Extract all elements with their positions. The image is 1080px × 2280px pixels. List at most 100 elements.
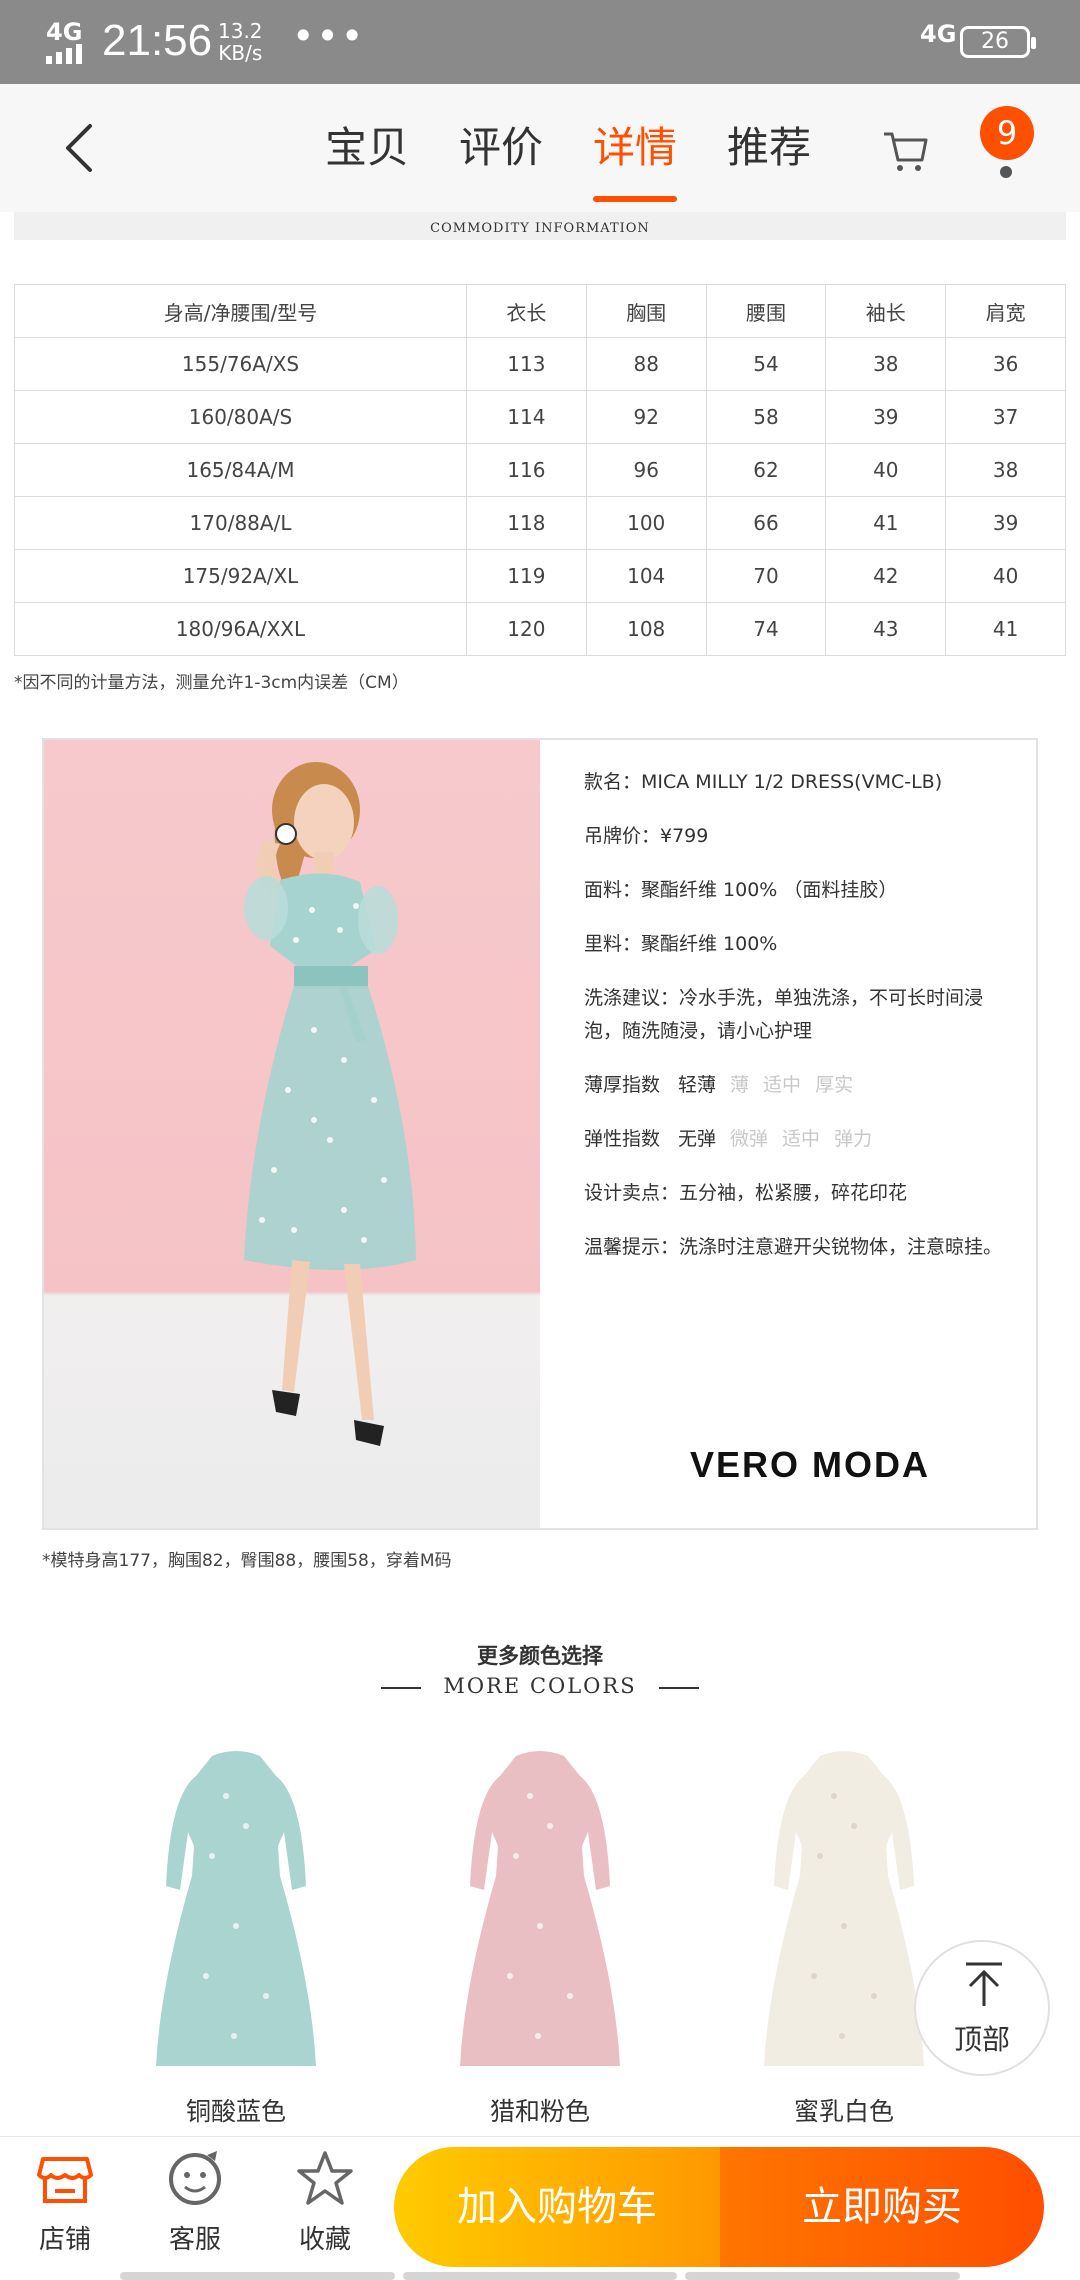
table-cell: 160/80A/S [14,390,467,444]
product-attributes: 款名：MICA MILLY 1/2 DRESS(VMC-LB) 吊牌价：¥799… [584,766,1004,1285]
table-cell: 114 [466,390,587,444]
table-header-row: 身高/净腰围/型号 衣长 胸围 腰围 袖长 肩宽 [14,284,1066,338]
elasticity-label: 弹性指数 [584,1128,661,1150]
table-cell: 88 [585,337,707,391]
fabric-info: 面料：聚酯纤维 100% （面料挂胶） [584,879,898,901]
table-cell: 39 [825,390,947,444]
table-cell: 43 [825,602,947,656]
clock: 21:56 [102,16,213,65]
table-cell: 41 [945,602,1066,656]
gesture-bar [120,2272,961,2280]
design-highlights: 设计卖点：五分袖，松紧腰，碎花印花 [584,1182,908,1204]
color-label: 猎和粉色 [489,2097,590,2126]
table-cell: 108 [585,602,707,656]
table-row: 180/96A/XXL 120 108 74 43 41 [14,602,1066,656]
thickness-label: 薄厚指数 [584,1074,661,1096]
table-cell: 92 [585,390,707,444]
table-cell: 37 [945,390,1066,444]
table-header: 身高/净腰围/型号 [14,284,467,338]
color-label: 蜜乳白色 [793,2097,894,2126]
color-option-blue[interactable] [116,1736,356,2076]
table-cell: 62 [705,443,827,497]
color-option-pink[interactable] [420,1736,660,2076]
table-row: 170/88A/L 118 100 66 41 39 [14,496,1066,550]
washing-advice: 洗涤建议：冷水手洗，单独洗涤，不可长时间浸泡，随洗随浸，请小心护理 [584,987,984,1042]
table-cell: 36 [945,337,1066,391]
table-row: 155/76A/XS 113 88 54 38 36 [14,337,1066,391]
bottom-action-bar: 店铺 客服 收藏 加入购物车 立即购买 [0,2136,1080,2280]
tab-reviews[interactable]: 评价 [434,84,568,212]
table-cell: 170/88A/L [14,496,467,550]
table-cell: 165/84A/M [14,443,467,497]
network-type-left: 4G [46,18,83,46]
table-header: 肩宽 [945,284,1066,338]
table-row: 160/80A/S 114 92 58 39 37 [14,390,1066,444]
color-label: 铜酸蓝色 [185,2097,286,2126]
table-cell: 40 [945,549,1066,603]
favorite-button[interactable]: 收藏 [270,2149,380,2256]
more-colors-title: 更多颜色选择 [477,1644,603,1668]
customer-service-button[interactable]: 客服 [140,2149,250,2256]
table-cell: 100 [585,496,707,550]
battery-icon: 26 [960,26,1036,58]
back-arrow-icon[interactable] [56,120,106,176]
tag-price: 吊牌价：¥799 [584,825,709,847]
more-colors-subtitle: MORE COLORS [0,1674,1080,1698]
tab-recommend[interactable]: 推荐 [702,84,836,212]
table-cell: 119 [466,549,587,603]
tab-item[interactable]: 宝贝 [300,84,434,212]
elasticity-index: 弹性指数 无弹 微弹 适中 弹力 [584,1123,1004,1156]
more-dot-icon[interactable] [1000,166,1012,178]
table-header: 腰围 [705,284,827,338]
thickness-option: 薄 [730,1074,750,1096]
table-cell: 41 [825,496,947,550]
table-cell: 66 [705,496,827,550]
dress-swatch-image [460,1751,620,2066]
top-navigation: 宝贝 评价 详情 推荐 9 [0,84,1080,212]
table-cell: 104 [585,549,707,603]
customer-service-label: 客服 [168,2225,221,2255]
divider [381,1686,422,1689]
signal-icon [46,44,82,64]
table-cell: 155/76A/XS [14,337,467,391]
add-to-cart-button[interactable]: 加入购物车 [394,2147,720,2267]
table-row: 175/92A/XL 119 104 70 42 40 [14,549,1066,603]
table-header: 胸围 [585,284,707,338]
table-cell: 70 [705,549,827,603]
elasticity-option: 适中 [782,1128,821,1150]
shop-icon [37,2157,93,2203]
brand-logo: VERO MODA [690,1444,931,1485]
back-to-top-button[interactable]: 顶部 [914,1940,1050,2076]
product-name: 款名：MICA MILLY 1/2 DRESS(VMC-LB) [584,771,943,793]
more-notifications-icon: ••• [292,14,366,58]
favorite-label: 收藏 [298,2225,351,2255]
cart-badge[interactable]: 9 [980,106,1034,160]
table-cell: 175/92A/XL [14,549,467,603]
table-cell: 180/96A/XXL [14,602,467,656]
elasticity-option: 微弹 [730,1128,769,1150]
table-cell: 39 [945,496,1066,550]
table-row: 165/84A/M 116 96 62 40 38 [14,443,1066,497]
buy-now-button[interactable]: 立即购买 [720,2147,1044,2267]
table-cell: 58 [705,390,827,444]
star-icon [297,2151,353,2205]
shop-button[interactable]: 店铺 [10,2149,120,2256]
tab-details[interactable]: 详情 [568,84,702,212]
commodity-info-header: COMMODITY INFORMATION [14,212,1066,240]
thickness-selected: 轻薄 [678,1074,717,1096]
measurement-note: *因不同的计量方法，测量允许1-3cm内误差（CM） [14,673,409,693]
shop-label: 店铺 [38,2225,91,2255]
elasticity-option: 弹力 [834,1128,873,1150]
elasticity-selected: 无弹 [678,1128,717,1150]
table-cell: 38 [945,443,1066,497]
cart-icon[interactable] [880,126,930,176]
table-cell: 74 [705,602,827,656]
customer-service-icon [169,2151,221,2205]
table-header: 袖长 [825,284,947,338]
table-cell: 113 [466,337,587,391]
table-cell: 96 [585,443,707,497]
model-photo [44,740,540,1528]
table-cell: 118 [466,496,587,550]
table-cell: 54 [705,337,827,391]
lining-info: 里料：聚酯纤维 100% [584,933,778,955]
